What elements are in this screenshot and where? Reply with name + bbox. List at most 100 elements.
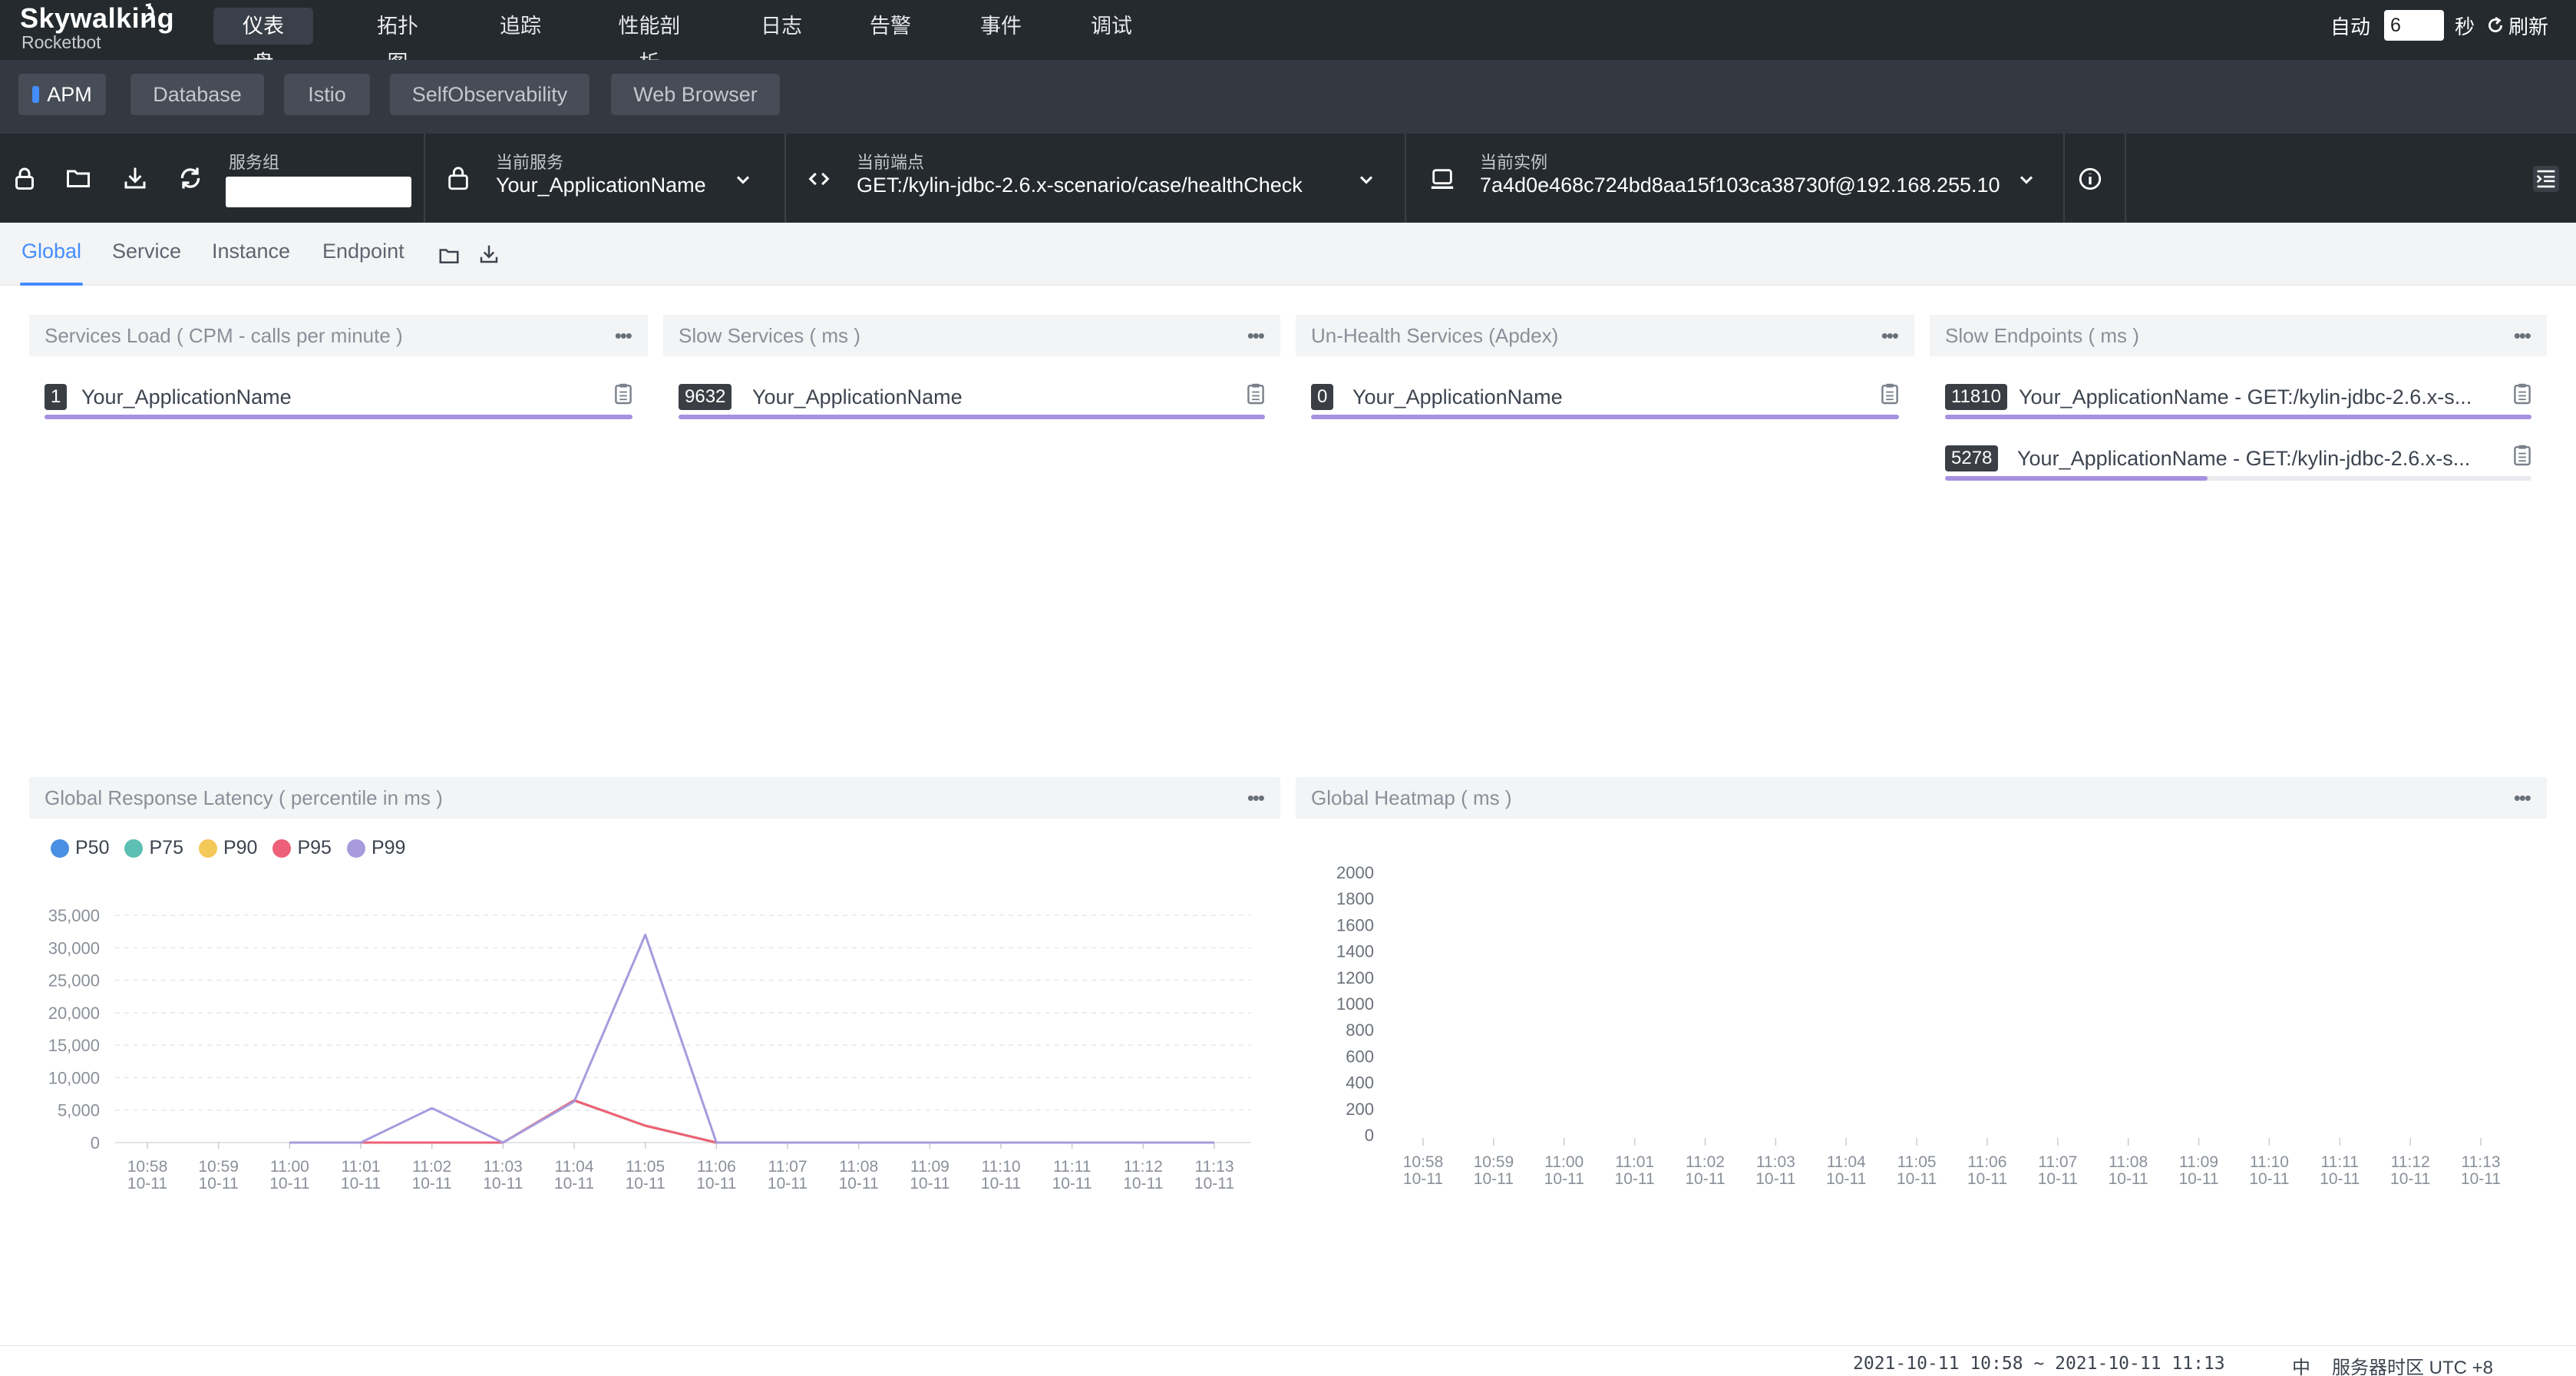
- more-options-icon[interactable]: •••: [1247, 777, 1265, 819]
- more-options-icon[interactable]: •••: [1247, 315, 1265, 356]
- progress-track: [45, 415, 632, 419]
- nav-topology[interactable]: 拓扑图: [344, 8, 451, 74]
- layer-tab-web-browser[interactable]: Web Browser: [611, 74, 780, 115]
- refresh-button[interactable]: 刷新: [2485, 12, 2548, 40]
- legend-item[interactable]: P75: [124, 837, 183, 859]
- clipboard-icon[interactable]: [2513, 444, 2531, 467]
- x-tick-label: 11:02: [1686, 1153, 1725, 1171]
- clipboard-icon[interactable]: [2513, 382, 2531, 405]
- series-line-p95[interactable]: [289, 1099, 1214, 1144]
- list-item[interactable]: 11810 Your_ApplicationName - GET:/kylin-…: [1945, 376, 2531, 422]
- more-options-icon[interactable]: •••: [2514, 315, 2531, 356]
- nav-debug[interactable]: 调试: [1067, 8, 1156, 45]
- tab-global[interactable]: Global: [21, 240, 81, 263]
- nav-event[interactable]: 事件: [956, 8, 1045, 45]
- nav-alarm[interactable]: 告警: [846, 8, 935, 45]
- x-tick-label: 11:09: [910, 1158, 949, 1176]
- service-name: Your_ApplicationName: [1352, 385, 1563, 408]
- nav-trace[interactable]: 追踪: [476, 8, 565, 45]
- current-instance-label: 当前实例: [1480, 153, 1548, 172]
- tab-endpoint[interactable]: Endpoint: [322, 240, 405, 263]
- clipboard-icon[interactable]: [1247, 382, 1265, 405]
- clipboard-icon[interactable]: [614, 382, 632, 405]
- chevron-down-icon[interactable]: [1356, 169, 1377, 190]
- series-line-p75[interactable]: [289, 1099, 1214, 1144]
- x-tick-label: 11:05: [1897, 1153, 1937, 1171]
- value-badge: 9632: [679, 384, 732, 410]
- info-icon[interactable]: [2077, 166, 2103, 192]
- legend-swatch: [198, 838, 217, 858]
- indent-menu-icon[interactable]: [2533, 166, 2559, 192]
- layer-tab-istio[interactable]: Istio: [284, 74, 370, 115]
- lock-icon[interactable]: [11, 164, 38, 192]
- panel-header-slow-services: Slow Services ( ms ) •••: [663, 315, 1280, 356]
- code-icon: [808, 172, 830, 186]
- nav-log[interactable]: 日志: [737, 8, 826, 45]
- y-tick-label: 0: [1365, 1126, 1374, 1145]
- auto-interval-input[interactable]: 6: [2383, 10, 2444, 41]
- more-options-icon[interactable]: •••: [615, 315, 632, 356]
- clipboard-icon[interactable]: [1881, 382, 1899, 405]
- reload-icon[interactable]: [177, 164, 204, 192]
- nav-dashboard[interactable]: 仪表盘: [213, 8, 313, 74]
- legend-item[interactable]: P95: [272, 837, 332, 859]
- list-item[interactable]: 1 Your_ApplicationName: [45, 376, 632, 422]
- list-item[interactable]: 9632 Your_ApplicationName: [679, 376, 1265, 422]
- endpoint-name: Your_ApplicationName - GET:/kylin-jdbc-2…: [2019, 385, 2472, 408]
- current-service-label: 当前服务: [496, 153, 564, 172]
- x-tick-label: 10-11: [1474, 1170, 1514, 1188]
- divider: [1405, 134, 1406, 223]
- chevron-down-icon[interactable]: [732, 169, 754, 190]
- legend-item[interactable]: P50: [51, 837, 109, 859]
- layer-tab-database[interactable]: Database: [130, 74, 264, 115]
- more-options-icon[interactable]: •••: [2514, 777, 2531, 819]
- list-item[interactable]: 5278 Your_ApplicationName - GET:/kylin-j…: [1945, 438, 2531, 484]
- value-badge: 11810: [1945, 384, 2007, 410]
- service-icon: [448, 167, 468, 190]
- service-group-input[interactable]: [226, 177, 411, 207]
- chart-legend: P50 P75 P90 P95 P99: [51, 837, 405, 859]
- progress-track: [1311, 415, 1899, 419]
- import-folder-icon[interactable]: [438, 244, 461, 267]
- x-tick-label: 10-11: [1123, 1175, 1163, 1192]
- x-tick-label: 10-11: [981, 1175, 1021, 1192]
- x-tick-label: 10-11: [1194, 1175, 1234, 1192]
- layer-tab-selfobservability[interactable]: SelfObservability: [390, 74, 590, 115]
- x-tick-label: 11:00: [1544, 1153, 1584, 1171]
- more-options-icon[interactable]: •••: [1881, 315, 1899, 356]
- series-line-p50[interactable]: [289, 1099, 1214, 1144]
- layer-tab-apm[interactable]: APM: [18, 74, 106, 115]
- y-tick-label: 200: [1346, 1100, 1374, 1119]
- chevron-down-icon[interactable]: [2016, 169, 2037, 190]
- series-line-p99[interactable]: [289, 933, 1214, 1144]
- x-tick-label: 10-11: [1052, 1175, 1092, 1192]
- tab-service[interactable]: Service: [112, 240, 181, 263]
- heatmap-chart: 200018001600140012001000800600400200010:…: [1336, 863, 2518, 1188]
- current-service-select[interactable]: Your_ApplicationName: [496, 174, 706, 197]
- value-badge: 0: [1311, 384, 1334, 410]
- export-download-icon[interactable]: [477, 243, 500, 266]
- x-tick-label: 10-11: [2461, 1170, 2501, 1188]
- service-name: Your_ApplicationName: [752, 385, 963, 408]
- language-toggle[interactable]: 中: [2292, 1352, 2310, 1376]
- x-tick-label: 10-11: [1755, 1170, 1795, 1188]
- refresh-label: 刷新: [2508, 15, 2548, 38]
- folder-icon[interactable]: [64, 164, 92, 192]
- series-line-p90[interactable]: [289, 1099, 1214, 1144]
- current-endpoint-select[interactable]: GET:/kylin-jdbc-2.6.x-scenario/case/heal…: [857, 174, 1303, 197]
- server-timezone[interactable]: 服务器时区 UTC +8: [2332, 1352, 2493, 1376]
- tab-instance[interactable]: Instance: [212, 240, 290, 263]
- x-tick-label: 11:10: [2250, 1153, 2289, 1171]
- divider: [2125, 134, 2126, 223]
- current-instance-select[interactable]: 7a4d0e468c724bd8aa15f103ca38730f@192.168…: [1480, 174, 2000, 197]
- download-icon[interactable]: [121, 164, 149, 192]
- nav-profile[interactable]: 性能剖析: [586, 8, 712, 74]
- x-tick-label: 11:10: [982, 1158, 1021, 1176]
- time-range-picker[interactable]: 2021-10-11 10:58 ~ 2021-10-11 11:13: [1853, 1354, 2225, 1374]
- list-item[interactable]: 0 Your_ApplicationName: [1311, 376, 1899, 422]
- progress-fill: [45, 415, 632, 419]
- legend-item[interactable]: P99: [346, 837, 405, 859]
- legend-item[interactable]: P90: [198, 837, 257, 859]
- panel-title: Services Load ( CPM - calls per minute ): [45, 324, 403, 347]
- legend-swatch: [51, 838, 69, 858]
